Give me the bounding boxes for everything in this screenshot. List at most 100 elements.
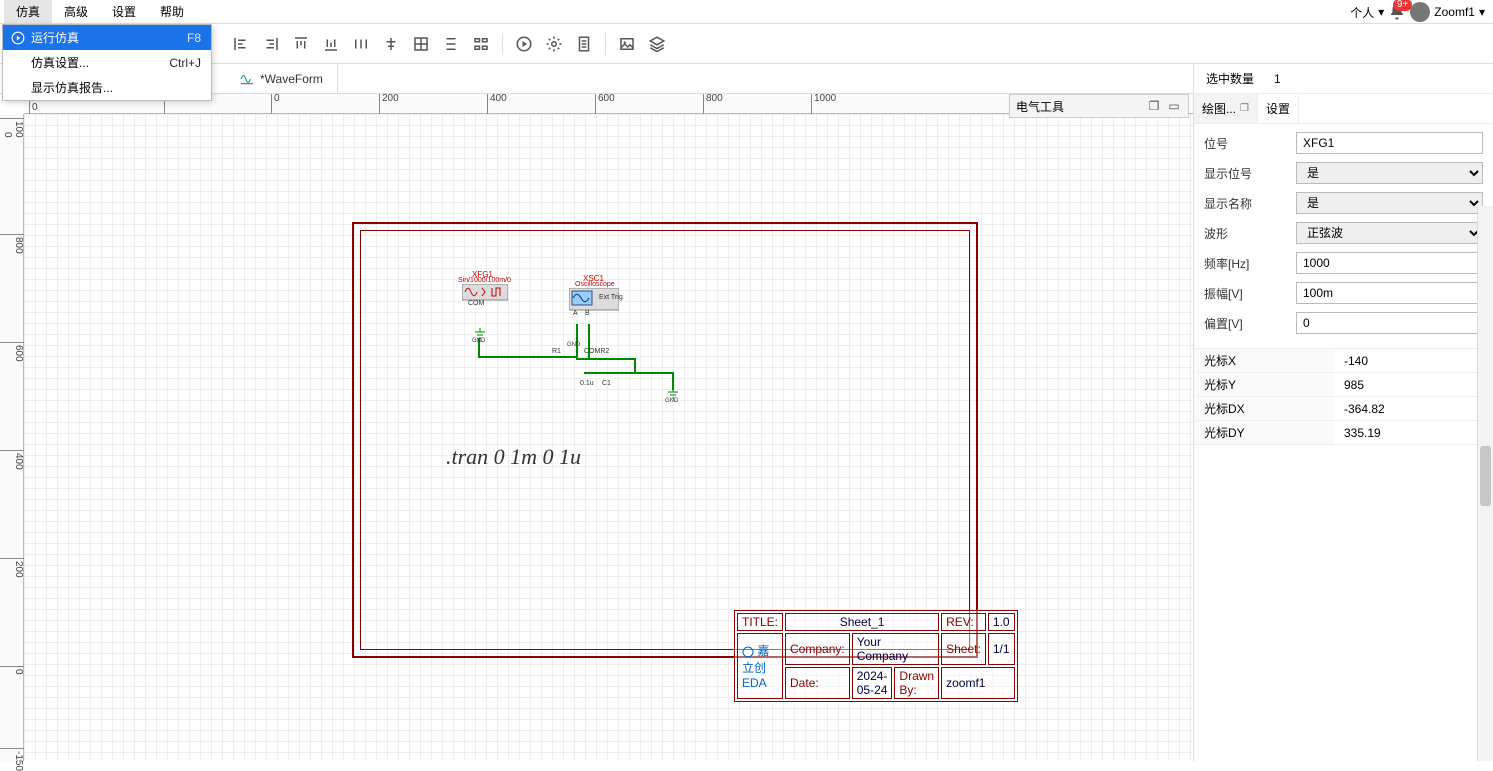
component-gnd[interactable]: GND — [473, 328, 487, 340]
rp-form: 位号 显示位号 是 显示名称 是 波形 正弦波 频率[Hz] 振幅[V] 偏置[… — [1194, 124, 1493, 342]
rp-freq-input[interactable] — [1296, 252, 1483, 274]
component-gnd[interactable]: GND — [666, 388, 680, 400]
tb-company-value: Your Company — [852, 633, 939, 665]
report-button[interactable] — [569, 29, 599, 59]
wire[interactable] — [576, 324, 578, 358]
tb-sheet-key: Sheet: — [941, 633, 986, 665]
rp-off-input[interactable] — [1296, 312, 1483, 334]
gear-icon — [545, 35, 563, 53]
tb-logo: 嘉立创EDA — [737, 633, 783, 699]
tb-rev-key: REV: — [941, 613, 986, 631]
image-button[interactable] — [612, 29, 642, 59]
notifications-button[interactable]: 9+ — [1388, 3, 1406, 21]
chevron-down-icon[interactable]: ▾ — [1479, 5, 1485, 19]
popout-icon[interactable]: ❐ — [1240, 103, 1249, 114]
rp-refdes-input[interactable] — [1296, 132, 1483, 154]
palette-title: 电气工具 — [1016, 98, 1142, 115]
rp-showref-label: 显示位号 — [1204, 165, 1296, 182]
waveform-icon — [240, 72, 254, 86]
align-center-button[interactable] — [376, 29, 406, 59]
tb-date-key: Date: — [785, 667, 850, 699]
rp-refdes-label: 位号 — [1204, 135, 1296, 152]
wire[interactable] — [576, 358, 636, 360]
rp-amp-label: 振幅[V] — [1204, 285, 1296, 302]
align-left-button[interactable] — [226, 29, 256, 59]
distribute-h-button[interactable] — [346, 29, 376, 59]
play-icon — [9, 31, 27, 45]
title-block: TITLE: Sheet_1 REV: 1.0 嘉立创EDA Company: … — [734, 610, 1018, 702]
cursor-dy-value: 335.19 — [1334, 426, 1493, 440]
rp-freq-label: 频率[Hz] — [1204, 255, 1296, 272]
spice-directive[interactable]: .tran 0 1m 0 1u — [446, 444, 581, 470]
rp-showref-select[interactable]: 是 — [1296, 162, 1483, 184]
align-top-button[interactable] — [286, 29, 316, 59]
align-bottom-button[interactable] — [316, 29, 346, 59]
tb-company-key: Company: — [785, 633, 850, 665]
tab-label: *WaveForm — [260, 72, 323, 86]
canvas[interactable]: .tran 0 1m 0 1u XFG1 Sin/1000/100m/0 COM… — [24, 114, 1193, 761]
wire[interactable] — [584, 372, 674, 374]
rp-tab-drawing[interactable]: 绘图... ❐ — [1194, 94, 1258, 123]
sheet-border — [352, 222, 978, 658]
menubar: 仿真 高级 设置 帮助 — [0, 0, 1493, 24]
tb-rev-value: 1.0 — [988, 613, 1015, 631]
avatar[interactable] — [1410, 2, 1430, 22]
grid-button[interactable] — [406, 29, 436, 59]
user-name[interactable]: Zoomf1 — [1434, 5, 1475, 19]
settings-button[interactable] — [539, 29, 569, 59]
right-panel: 选中数量 1 绘图... ❐ 设置 位号 显示位号 是 显示名称 是 波形 正弦… — [1193, 64, 1493, 761]
run-button[interactable] — [509, 29, 539, 59]
menubar-item-help[interactable]: 帮助 — [148, 0, 196, 23]
rp-header: 选中数量 1 — [1194, 64, 1493, 94]
menubar-item-settings[interactable]: 设置 — [100, 0, 148, 23]
rp-wave-select[interactable]: 正弦波 — [1296, 222, 1483, 244]
port-b-label: B — [585, 310, 590, 317]
electrical-tools-palette[interactable]: 电气工具 ❐ ▭ — [1009, 94, 1189, 118]
palette-popout-icon[interactable]: ❐ — [1146, 99, 1162, 113]
com-label: COM — [468, 300, 484, 307]
cursor-dx-key: 光标DX — [1194, 397, 1334, 420]
cursor-x-key: 光标X — [1194, 349, 1334, 372]
distribute-v-button[interactable] — [436, 29, 466, 59]
wire[interactable] — [478, 356, 578, 358]
dd-run-simulation[interactable]: 运行仿真 F8 — [3, 25, 211, 50]
cursor-dx-value: -364.82 — [1334, 402, 1493, 416]
dd-shortcut: Ctrl+J — [169, 56, 201, 70]
menubar-item-simulation[interactable]: 仿真 — [4, 0, 52, 23]
image-icon — [618, 35, 636, 53]
cursor-x-value: -140 — [1334, 354, 1493, 368]
tb-title-value: Sheet_1 — [785, 613, 939, 631]
user-scope[interactable]: 个人 — [1350, 4, 1374, 21]
rp-selected-label: 选中数量 — [1206, 70, 1254, 87]
chevron-down-icon[interactable]: ▾ — [1378, 5, 1384, 19]
toolbar-separator — [502, 33, 503, 55]
rp-scrollbar[interactable] — [1477, 206, 1493, 761]
layers-button[interactable] — [642, 29, 672, 59]
cursor-y-value: 985 — [1334, 378, 1493, 392]
distribute-group-button[interactable] — [466, 29, 496, 59]
toolbar — [0, 24, 1493, 64]
palette-close-icon[interactable]: ▭ — [1166, 99, 1182, 113]
tab-waveform[interactable]: *WaveForm — [226, 64, 338, 93]
component-oscilloscope[interactable]: XSC1 Oscilloscope Ext Trig A B — [569, 288, 619, 318]
rp-tab-settings[interactable]: 设置 — [1258, 94, 1299, 123]
rp-off-label: 偏置[V] — [1204, 315, 1296, 332]
tb-sheet-value: 1/1 — [988, 633, 1015, 665]
scrollbar-thumb[interactable] — [1480, 446, 1491, 506]
dd-sim-report[interactable]: 显示仿真报告... — [3, 75, 211, 100]
component-function-generator[interactable]: XFG1 Sin/1000/100m/0 COM — [462, 284, 508, 312]
doc-icon — [575, 35, 593, 53]
dd-sim-settings[interactable]: 仿真设置... Ctrl+J — [3, 50, 211, 75]
tb-title-key: TITLE: — [737, 613, 783, 631]
simulation-dropdown: 运行仿真 F8 仿真设置... Ctrl+J 显示仿真报告... — [2, 24, 212, 101]
layers-icon — [648, 35, 666, 53]
rp-wave-label: 波形 — [1204, 225, 1296, 242]
rp-amp-input[interactable] — [1296, 282, 1483, 304]
menubar-item-advanced[interactable]: 高级 — [52, 0, 100, 23]
ruler-vertical: 100 08006004002000-150 — [0, 114, 24, 761]
align-right-button[interactable] — [256, 29, 286, 59]
component-subtitle: Oscilloscope — [575, 281, 615, 288]
rp-showname-select[interactable]: 是 — [1296, 192, 1483, 214]
tb-date-value: 2024-05-24 — [852, 667, 893, 699]
component-subtitle: Sin/1000/100m/0 — [458, 277, 511, 284]
